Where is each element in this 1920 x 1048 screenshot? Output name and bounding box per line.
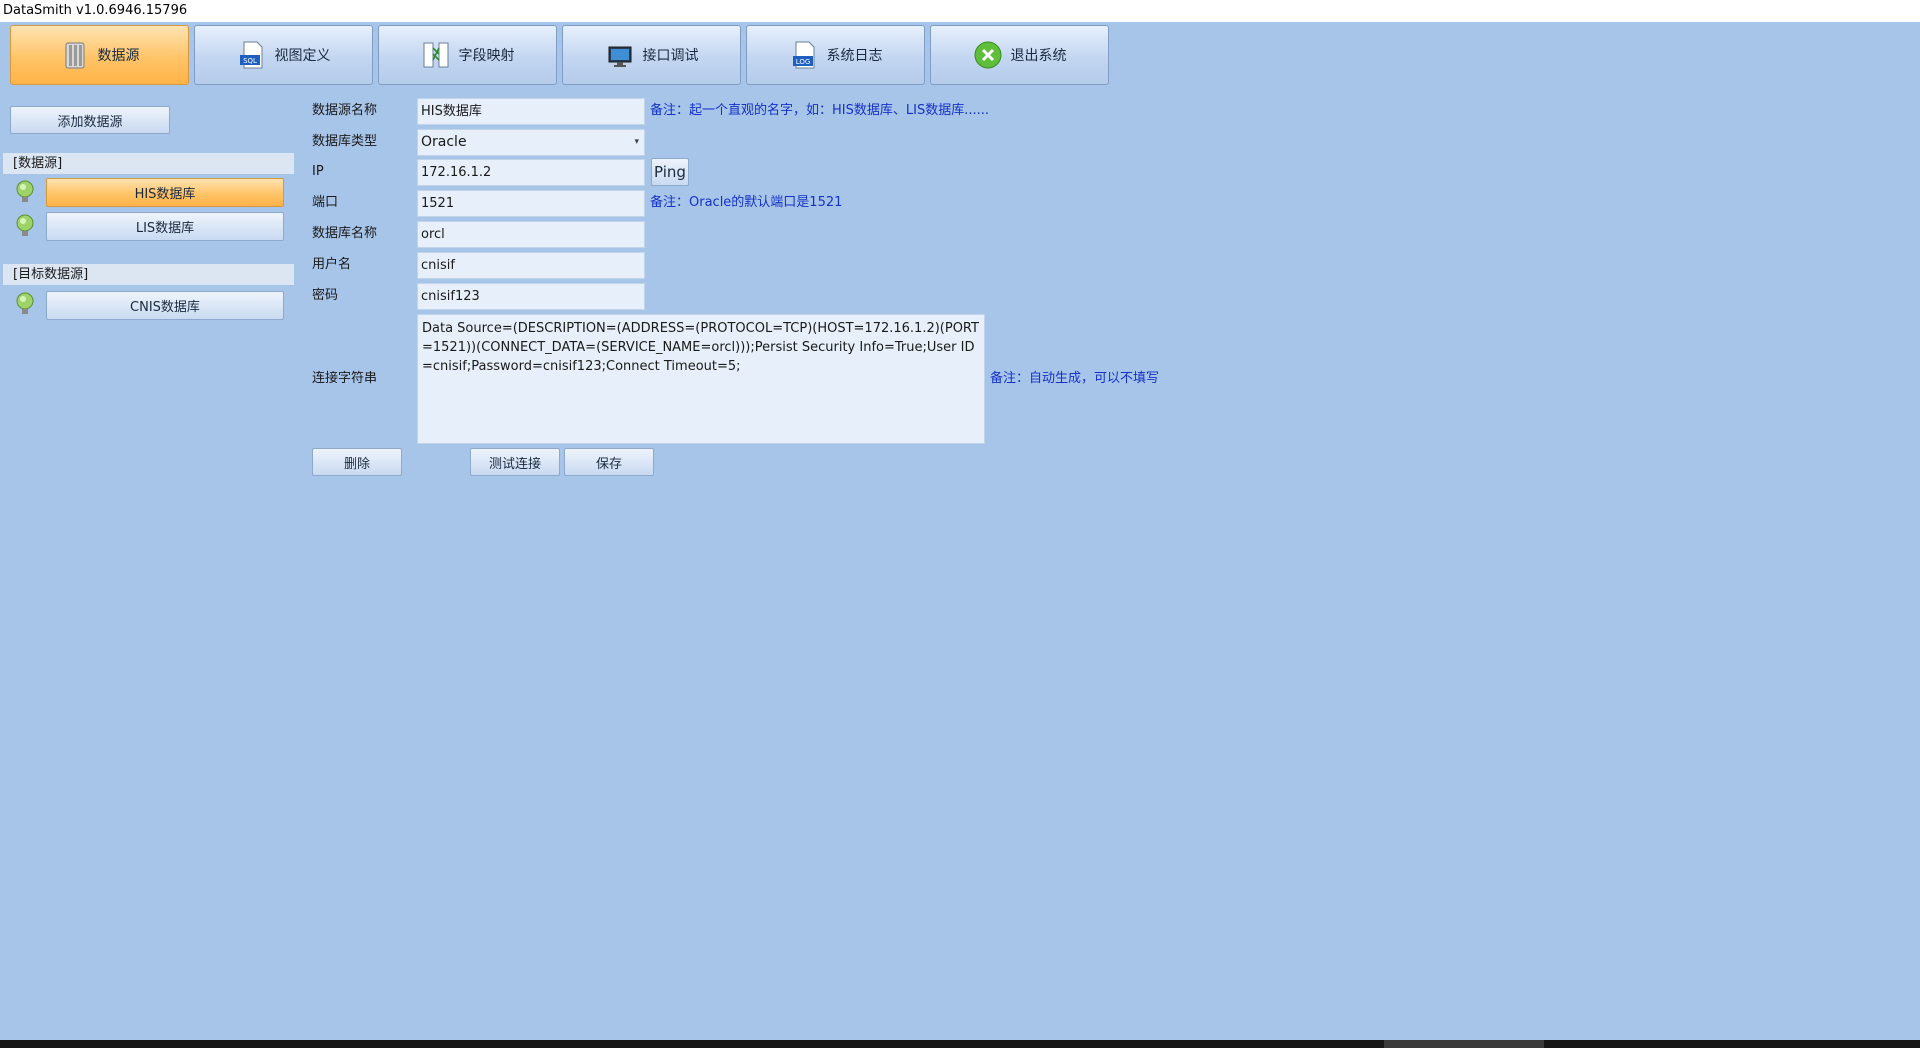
tab-label: 视图定义 — [274, 48, 331, 64]
tab-system-log[interactable]: LOG 系统日志 — [746, 25, 925, 85]
tab-label: 字段映射 — [458, 48, 515, 64]
main-toolbar: 数据源 SQL 视图定义 字段映射 接口调试 LOG 系统日志 退出系统 — [10, 25, 1109, 85]
test-connection-button[interactable]: 测试连接 — [470, 448, 560, 476]
source-group-header: [数据源] — [3, 153, 294, 174]
add-datasource-button[interactable]: 添加数据源 — [10, 106, 170, 134]
user-input[interactable]: cnisif — [417, 252, 645, 279]
tab-exit-system[interactable]: 退出系统 — [930, 25, 1109, 85]
connstr-note: 备注：自动生成，可以不填写 — [990, 371, 1160, 386]
type-label: 数据库类型 — [312, 134, 378, 149]
status-bulb-icon — [16, 214, 34, 236]
datasource-item-lis[interactable]: LIS数据库 — [46, 212, 284, 241]
field-mapping-icon — [423, 42, 448, 68]
tab-label: 数据源 — [97, 48, 140, 64]
db-type-select[interactable]: Oracle ▾ — [417, 129, 645, 156]
svg-text:LOG: LOG — [795, 58, 810, 66]
tab-label: 系统日志 — [826, 48, 883, 64]
tab-datasource[interactable]: 数据源 — [10, 25, 189, 85]
delete-button[interactable]: 删除 — [312, 448, 402, 476]
tab-field-mapping[interactable]: 字段映射 — [378, 25, 557, 85]
datasource-item-his[interactable]: HIS数据库 — [46, 178, 284, 207]
password-label: 密码 — [312, 288, 339, 303]
target-item-cnis[interactable]: CNIS数据库 — [46, 291, 284, 320]
port-label: 端口 — [312, 195, 339, 210]
svg-text:SQL: SQL — [243, 57, 257, 65]
status-bulb-icon — [16, 180, 34, 202]
chevron-down-icon: ▾ — [634, 137, 639, 147]
target-group-header: [目标数据源] — [3, 264, 294, 285]
log-file-icon: LOG — [792, 41, 814, 69]
ping-button[interactable]: Ping — [651, 158, 689, 186]
sql-file-icon: SQL — [239, 41, 262, 69]
password-input[interactable]: cnisif123 — [417, 283, 645, 310]
db-type-value: Oracle — [421, 134, 467, 150]
connstr-label: 连接字符串 — [312, 371, 378, 386]
window-title: DataSmith v1.0.6946.15796 — [0, 0, 1920, 22]
status-bar-segment — [1384, 1040, 1544, 1048]
monitor-debug-icon — [608, 46, 631, 67]
status-bar — [0, 1040, 1920, 1048]
tab-label: 接口调试 — [642, 48, 699, 64]
save-button[interactable]: 保存 — [564, 448, 654, 476]
name-label: 数据源名称 — [312, 103, 378, 118]
name-note: 备注：起一个直观的名字，如：HIS数据库、LIS数据库...... — [650, 103, 989, 118]
port-input[interactable]: 1521 — [417, 190, 645, 217]
ip-input[interactable]: 172.16.1.2 — [417, 159, 645, 186]
tab-label: 退出系统 — [1010, 48, 1067, 64]
exit-icon — [974, 41, 1001, 69]
database-icon — [65, 42, 84, 69]
tab-interface-debug[interactable]: 接口调试 — [562, 25, 741, 85]
port-note: 备注：Oracle的默认端口是1521 — [650, 195, 843, 210]
ip-label: IP — [312, 164, 324, 179]
user-label: 用户名 — [312, 257, 352, 272]
tab-view-definition[interactable]: SQL 视图定义 — [194, 25, 373, 85]
status-bulb-icon — [16, 292, 34, 314]
dbname-input[interactable]: orcl — [417, 221, 645, 248]
dbname-label: 数据库名称 — [312, 226, 378, 241]
connstr-textarea[interactable]: Data Source=(DESCRIPTION=(ADDRESS=(PROTO… — [417, 314, 985, 444]
name-input[interactable]: HIS数据库 — [417, 98, 645, 125]
